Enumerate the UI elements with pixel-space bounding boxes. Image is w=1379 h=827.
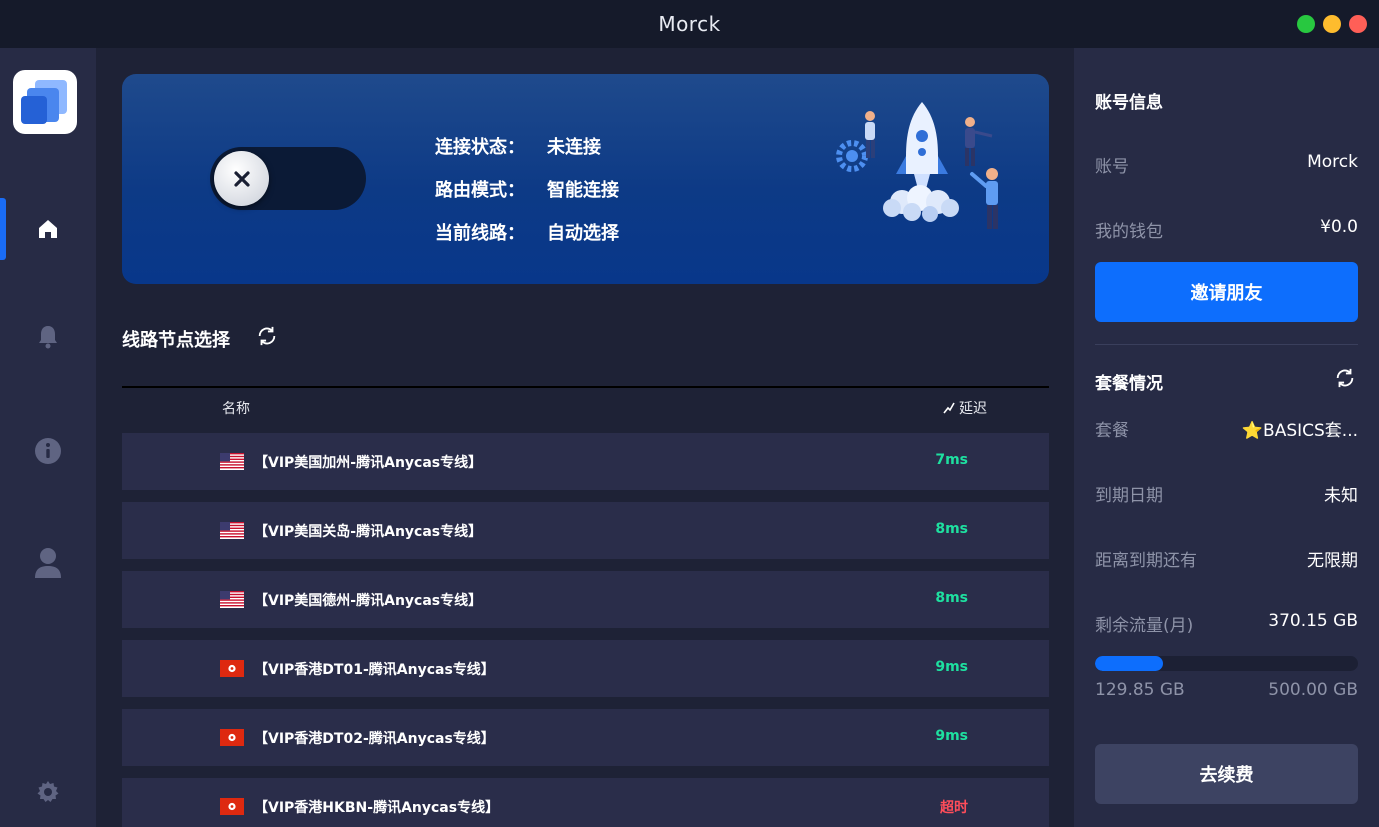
remaining-label: 距离到期还有 xyxy=(1095,551,1197,571)
traffic-progress-bar xyxy=(1095,656,1358,671)
rocket-illustration xyxy=(836,102,998,229)
plan-row: 套餐 ⭐BASICS套... xyxy=(1095,416,1358,441)
node-list: 【VIP美国加州-腾讯Anycas专线】 7ms 【VIP美国关岛-腾讯Anyc… xyxy=(122,433,1049,827)
remaining-row: 距离到期还有 无限期 xyxy=(1095,546,1358,571)
us-flag-icon xyxy=(220,591,244,608)
column-name: 名称 xyxy=(222,401,250,417)
traffic-usage-row: 129.85 GB 500.00 GB xyxy=(1095,680,1358,700)
node-latency: 7ms xyxy=(935,452,968,468)
wallet-label: 我的钱包 xyxy=(1095,222,1163,242)
account-panel: 账号信息 账号 Morck 我的钱包 ¥0.0 邀请朋友 套餐情况 套餐 ⭐BA… xyxy=(1074,48,1379,827)
hk-flag-icon xyxy=(220,798,244,815)
us-flag-icon xyxy=(220,453,244,470)
node-row[interactable]: 【VIP美国德州-腾讯Anycas专线】 8ms xyxy=(122,571,1049,628)
traffic-total: 500.00 GB xyxy=(1268,680,1358,700)
account-row: 账号 Morck xyxy=(1095,152,1358,177)
renew-button[interactable]: 去续费 xyxy=(1095,744,1358,804)
expiry-label: 到期日期 xyxy=(1095,486,1163,506)
node-name: 【VIP美国德州-腾讯Anycas专线】 xyxy=(254,593,483,609)
toggle-knob[interactable] xyxy=(214,151,269,206)
nav-info[interactable] xyxy=(0,420,96,482)
current-line-value: 自动选择 xyxy=(547,222,619,244)
node-latency: 8ms xyxy=(935,590,968,606)
node-name: 【VIP香港DT01-腾讯Anycas专线】 xyxy=(254,662,495,678)
traffic-label: 剩余流量(月) xyxy=(1095,616,1194,636)
maximize-button[interactable] xyxy=(1297,15,1315,33)
main-content: 连接状态： 未连接 路由模式： 智能连接 当前线路： 自动选择 线路节点选择 名… xyxy=(96,48,1074,827)
node-name: 【VIP美国加州-腾讯Anycas专线】 xyxy=(254,455,483,471)
current-line-label: 当前线路： xyxy=(435,222,525,244)
node-name: 【VIP香港DT02-腾讯Anycas专线】 xyxy=(254,731,495,747)
nav-home[interactable] xyxy=(0,198,96,260)
nav-settings[interactable] xyxy=(0,761,96,823)
window-title: Morck xyxy=(658,12,721,36)
node-latency: 9ms xyxy=(935,659,968,675)
traffic-value: 370.15 GB xyxy=(1268,611,1358,631)
app-logo xyxy=(13,70,77,134)
expiry-row: 到期日期 未知 xyxy=(1095,481,1358,506)
route-mode-value: 智能连接 xyxy=(547,179,619,201)
connection-banner: 连接状态： 未连接 路由模式： 智能连接 当前线路： 自动选择 xyxy=(122,74,1049,284)
connection-status: 连接状态： 未连接 路由模式： 智能连接 当前线路： 自动选择 xyxy=(435,124,619,253)
close-button[interactable] xyxy=(1349,15,1367,33)
us-flag-icon xyxy=(220,522,244,539)
sidebar xyxy=(0,48,96,827)
node-row[interactable]: 【VIP香港DT02-腾讯Anycas专线】 9ms xyxy=(122,709,1049,766)
invite-friends-button[interactable]: 邀请朋友 xyxy=(1095,262,1358,322)
hk-flag-icon xyxy=(220,660,244,677)
traffic-used: 129.85 GB xyxy=(1095,680,1185,700)
bell-icon xyxy=(39,326,57,349)
node-latency: 超时 xyxy=(940,800,968,816)
node-row[interactable]: 【VIP香港HKBN-腾讯Anycas专线】 超时 xyxy=(122,778,1049,827)
connection-toggle[interactable] xyxy=(210,147,366,210)
node-latency: 8ms xyxy=(935,521,968,537)
close-icon xyxy=(233,170,250,187)
traffic-row: 剩余流量(月) 370.15 GB xyxy=(1095,611,1358,636)
hk-flag-icon xyxy=(220,729,244,746)
title-bar: Morck xyxy=(0,0,1379,48)
remaining-value: 无限期 xyxy=(1307,551,1358,571)
account-title: 账号信息 xyxy=(1095,93,1163,113)
gear-icon xyxy=(37,781,59,802)
home-icon xyxy=(39,220,57,238)
traffic-progress-fill xyxy=(1095,656,1164,671)
wallet-row: 我的钱包 ¥0.0 xyxy=(1095,217,1358,242)
plan-label: 套餐 xyxy=(1095,421,1129,441)
node-name: 【VIP香港HKBN-腾讯Anycas专线】 xyxy=(254,800,500,816)
column-latency: 延迟 xyxy=(943,398,987,418)
connection-status-label: 连接状态： xyxy=(435,136,525,158)
column-latency-label: 延迟 xyxy=(959,401,987,417)
node-table-header: 名称 延迟 xyxy=(122,386,1049,424)
nav-notifications[interactable] xyxy=(0,306,96,368)
plan-value: ⭐BASICS套... xyxy=(1241,421,1358,441)
connection-status-value: 未连接 xyxy=(547,136,601,158)
node-section-title: 线路节点选择 xyxy=(122,330,230,351)
refresh-plan-icon[interactable] xyxy=(1334,367,1356,389)
node-row[interactable]: 【VIP香港DT01-腾讯Anycas专线】 9ms xyxy=(122,640,1049,697)
node-row[interactable]: 【VIP美国关岛-腾讯Anycas专线】 8ms xyxy=(122,502,1049,559)
wallet-value: ¥0.0 xyxy=(1320,217,1358,237)
divider xyxy=(1095,344,1358,345)
window-controls xyxy=(1297,15,1367,33)
minimize-button[interactable] xyxy=(1323,15,1341,33)
user-icon xyxy=(35,548,61,578)
plan-title: 套餐情况 xyxy=(1095,374,1163,394)
nav-profile[interactable] xyxy=(0,532,96,594)
latency-icon xyxy=(943,402,955,414)
route-mode-label: 路由模式： xyxy=(435,179,525,201)
expiry-value: 未知 xyxy=(1324,486,1358,506)
info-icon xyxy=(35,438,61,464)
account-label: 账号 xyxy=(1095,157,1129,177)
node-name: 【VIP美国关岛-腾讯Anycas专线】 xyxy=(254,524,483,540)
account-value: Morck xyxy=(1307,152,1358,172)
node-latency: 9ms xyxy=(935,728,968,744)
node-row[interactable]: 【VIP美国加州-腾讯Anycas专线】 7ms xyxy=(122,433,1049,490)
refresh-nodes-icon[interactable] xyxy=(256,325,278,347)
